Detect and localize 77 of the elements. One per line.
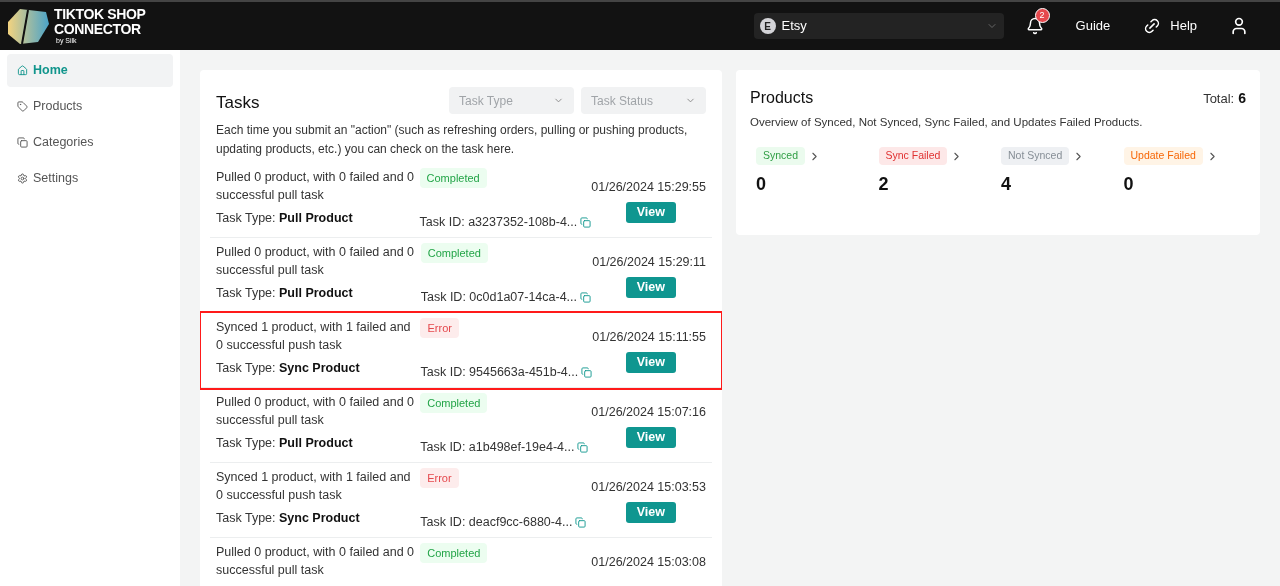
task-type-label: Task Type: [216, 210, 276, 225]
view-button[interactable]: View [625, 277, 676, 298]
task-type: Sync Product [279, 360, 360, 375]
logo-text: TIKTOK SHOP [54, 7, 146, 22]
task-type-label: Task Type: [216, 435, 276, 450]
store-avatar: E [759, 18, 776, 34]
store-name: Etsy [781, 17, 808, 36]
copy-icon[interactable] [575, 516, 587, 528]
tasks-description: Each time you submit an "action" (such as refreshing orders, pulling or pushing products, updating products, etc.) you can check on the task here. [215, 121, 689, 158]
stat-count: 0 [756, 173, 767, 196]
task-summary: Pulled 0 product, with 0 failed and 0 successful pull task [216, 168, 416, 204]
notification-badge: 2 [1034, 8, 1050, 23]
settings-icon [17, 173, 28, 184]
view-button[interactable]: View [625, 202, 676, 223]
filter-select[interactable]: Task Type [449, 87, 574, 115]
task-date: 01/26/2024 15:11:55 [592, 328, 706, 346]
status-badge: Error [420, 317, 459, 338]
status-badge[interactable]: Sync Failed [878, 147, 948, 165]
task-date: 01/26/2024 15:29:11 [592, 253, 706, 271]
task-id: Task ID: deacf9cc-6880-4... [420, 513, 573, 531]
task-summary: Synced 1 product, with 1 failed and 0 successful push task [216, 468, 412, 504]
status-badge: Completed [420, 242, 488, 263]
products-title: Products [750, 88, 815, 108]
task-id: Task ID: a3237352-108b-4... [419, 213, 578, 231]
task-summary: Pulled 0 product, with 0 failed and 0 successful pull task [216, 543, 416, 579]
stat-count: 0 [1123, 173, 1135, 196]
view-button[interactable]: View [625, 427, 676, 448]
bell-icon[interactable] [1025, 17, 1044, 35]
task-type: Pull Product [279, 285, 353, 300]
task-id: Task ID: a1b498ef-19e4-4... [420, 438, 575, 456]
stat-count: 4 [1001, 173, 1012, 196]
sidebar-item[interactable]: Home [7, 54, 173, 87]
status-badge: Completed [419, 167, 487, 188]
store-select[interactable]: E Etsy [753, 13, 1004, 39]
status-badge: Error [420, 467, 459, 488]
products-description: Overview of Synced, Not Synced, Sync Failed, and Updates Failed Products. [750, 115, 1144, 130]
copy-icon [17, 137, 28, 148]
copy-icon[interactable] [580, 216, 592, 228]
status-badge[interactable]: Update Failed [1123, 147, 1203, 165]
status-badge: Completed [420, 392, 488, 413]
sidebar-item[interactable]: Settings [7, 162, 173, 195]
task-date: 01/26/2024 15:29:55 [591, 178, 706, 196]
task-type-label: Task Type: [216, 360, 276, 375]
task-type: Sync Product [279, 510, 360, 525]
guide-link[interactable]: Guide [1075, 16, 1111, 36]
tag-icon [17, 101, 28, 112]
logo-text: CONNECTOR [54, 22, 142, 37]
view-button[interactable]: View [625, 352, 676, 373]
status-badge: Completed [420, 542, 488, 563]
logo-icon [6, 6, 50, 46]
task-type: Pull Product [279, 435, 353, 450]
view-button[interactable]: View [625, 502, 676, 523]
task-id: Task ID: 0c0d1a07-14ca-4... [420, 288, 578, 306]
copy-icon[interactable] [577, 441, 589, 453]
total-label: Total: [1203, 90, 1235, 108]
help-link[interactable]: Help [1170, 16, 1198, 36]
task-summary: Pulled 0 product, with 0 failed and 0 successful pull task [216, 393, 416, 429]
task-date: 01/26/2024 15:07:16 [591, 403, 706, 421]
copy-icon[interactable] [581, 366, 593, 378]
task-type: Pull Product [279, 210, 353, 225]
sidebar-item[interactable]: Categories [7, 126, 173, 159]
task-summary: Pulled 0 product, with 0 failed and 0 successful pull task [216, 243, 416, 279]
sidebar-item[interactable]: Products [7, 90, 173, 123]
filter-select[interactable]: Task Status [581, 87, 706, 115]
tasks-title: Tasks [216, 92, 261, 114]
total-count: 6 [1238, 89, 1246, 108]
copy-icon[interactable] [580, 291, 592, 303]
status-badge[interactable]: Synced [756, 147, 806, 165]
task-id: Task ID: 9545663a-451b-4... [420, 363, 579, 381]
status-badge[interactable]: Not Synced [1001, 147, 1070, 165]
task-summary: Synced 1 product, with 1 failed and 0 successful push task [216, 318, 412, 354]
task-type-label: Task Type: [216, 510, 276, 525]
task-date: 01/26/2024 15:03:08 [591, 553, 706, 571]
stat-count: 2 [878, 173, 890, 196]
home-icon [17, 65, 28, 76]
task-type-label: Task Type: [216, 285, 276, 300]
task-date: 01/26/2024 15:03:53 [591, 478, 706, 496]
